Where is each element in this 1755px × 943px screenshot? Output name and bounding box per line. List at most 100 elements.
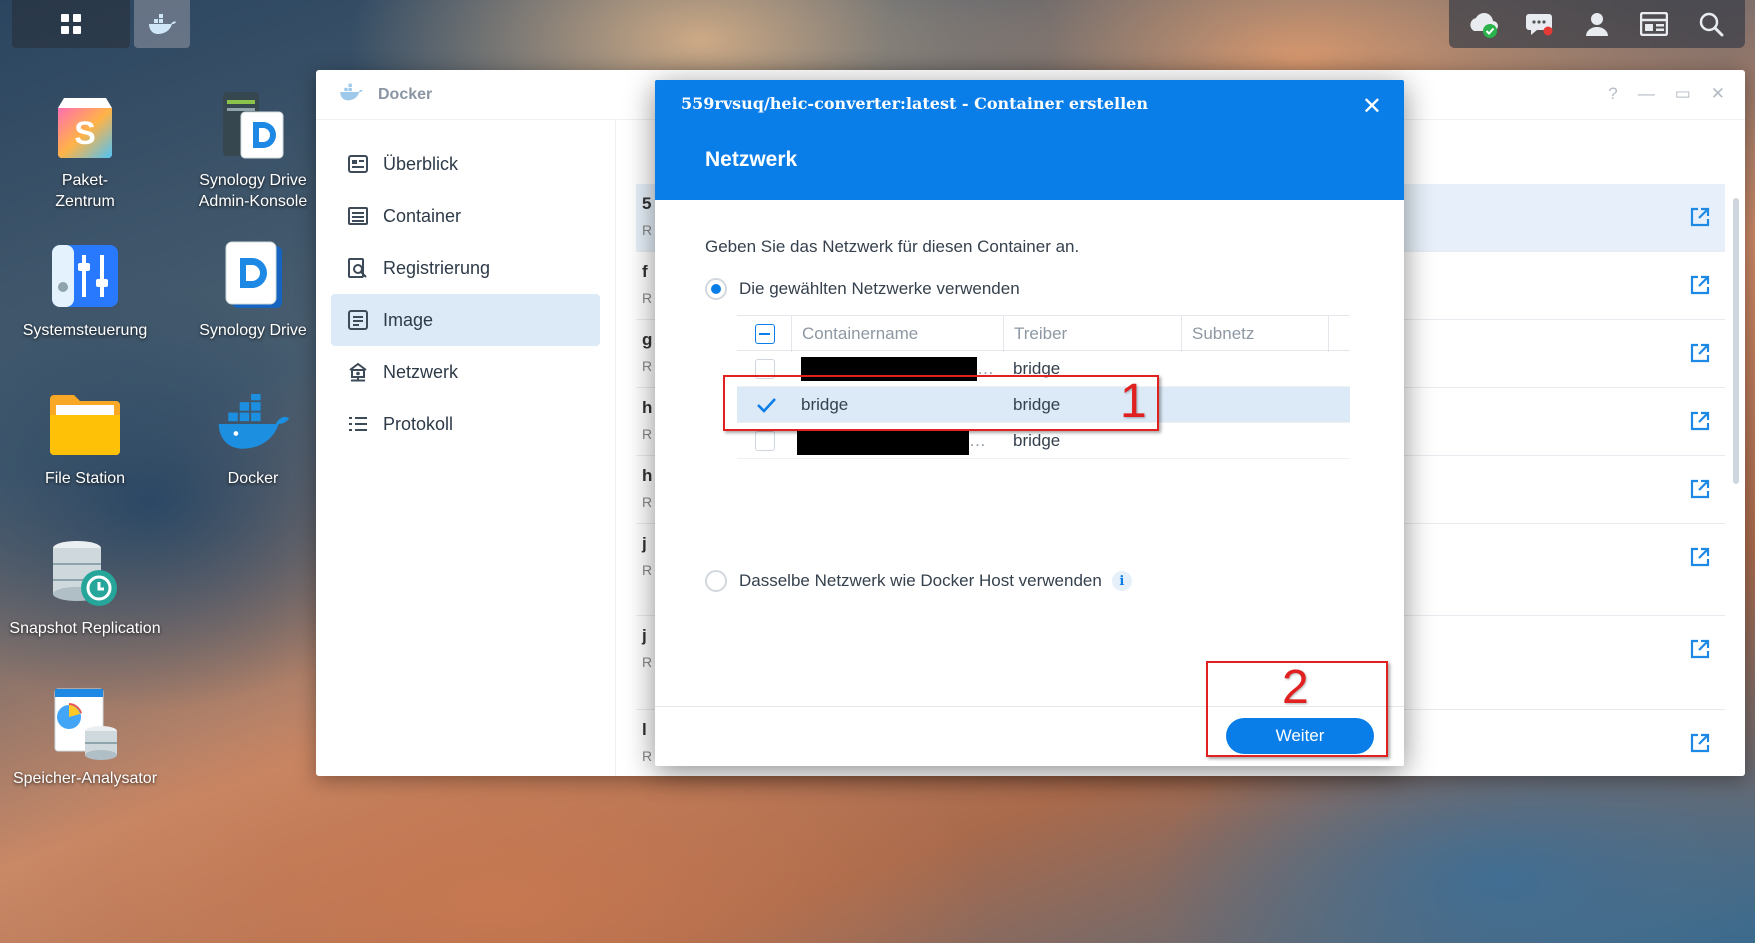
- apps-grid-icon: [54, 7, 88, 41]
- image-name: h: [642, 398, 653, 417]
- network-table-header: Containername Treiber Subnetz: [737, 315, 1350, 352]
- sidebar-item-registry[interactable]: Registrierung: [331, 242, 600, 294]
- radio-host-network[interactable]: Dasselbe Netzwerk wie Docker Host verwen…: [705, 570, 1132, 592]
- docker-title-icon: [338, 82, 364, 107]
- desktop-icon-drive-admin[interactable]: Synology Drive Admin-Konsole: [168, 88, 338, 212]
- radio-button-checked[interactable]: [705, 278, 727, 300]
- sidebar-item-label: Netzwerk: [383, 361, 459, 382]
- minimize-icon[interactable]: —: [1638, 84, 1655, 104]
- snapshot-replication-icon: [47, 536, 123, 612]
- sidebar-item-label: Überblick: [383, 153, 459, 174]
- external-link-icon[interactable]: [1689, 342, 1711, 369]
- scrollbar[interactable]: [1733, 198, 1739, 484]
- external-link-icon[interactable]: [1689, 410, 1711, 437]
- sidebar-item-overview[interactable]: Überblick: [331, 138, 600, 190]
- docker-sidebar: Überblick Container Registrierung Image …: [316, 120, 616, 776]
- desktop-icon-label: Speicher-Analysator: [12, 770, 158, 787]
- sidebar-item-network[interactable]: Netzwerk: [331, 346, 600, 398]
- sidebar-item-label: Container: [383, 205, 462, 226]
- image-status: R: [642, 426, 653, 442]
- radio-label: Dasselbe Netzwerk wie Docker Host verwen…: [739, 571, 1102, 590]
- network-icon: [347, 361, 369, 383]
- radio-button-unchecked[interactable]: [705, 570, 727, 592]
- close-icon[interactable]: ✕: [1362, 92, 1382, 121]
- external-link-icon[interactable]: [1689, 546, 1711, 573]
- docker-window-title: Docker: [378, 85, 433, 103]
- close-window-icon[interactable]: ✕: [1711, 84, 1725, 104]
- image-name: j: [642, 626, 647, 645]
- external-link-icon[interactable]: [1689, 478, 1711, 505]
- overview-icon: [347, 153, 369, 175]
- image-status: R: [642, 222, 653, 238]
- column-header-subnet[interactable]: Subnetz: [1181, 316, 1329, 352]
- cloud-sync-icon[interactable]: [1466, 7, 1500, 41]
- image-name: l: [642, 720, 647, 739]
- column-header-containername[interactable]: Containername: [791, 316, 1003, 352]
- chat-notification-icon[interactable]: [1523, 7, 1557, 41]
- row-checkbox[interactable]: [755, 431, 775, 451]
- sidebar-item-log[interactable]: Protokoll: [331, 398, 600, 450]
- image-status: R: [642, 748, 653, 764]
- radio-selected-networks[interactable]: Die gewählten Netzwerke verwenden: [705, 278, 1020, 300]
- taskbar-left: [12, 0, 190, 48]
- sidebar-item-label: Protokoll: [383, 413, 454, 434]
- info-icon[interactable]: i: [1111, 571, 1132, 591]
- image-status: R: [642, 654, 653, 670]
- registry-search-icon: [347, 257, 369, 279]
- container-icon: [347, 205, 369, 227]
- desktop-icon-storage-analyzer[interactable]: Speicher-Analysator: [0, 686, 170, 789]
- user-icon[interactable]: [1580, 7, 1614, 41]
- main-menu-button[interactable]: [12, 0, 130, 48]
- storage-analyzer-icon: [47, 686, 123, 762]
- image-status: R: [642, 494, 653, 510]
- external-link-icon[interactable]: [1689, 206, 1711, 233]
- widgets-icon[interactable]: [1637, 7, 1671, 41]
- image-name: h: [642, 466, 653, 485]
- image-status: R: [642, 358, 653, 374]
- taskbar-right: [1449, 0, 1745, 48]
- drive-admin-console-icon: [215, 88, 291, 164]
- maximize-icon[interactable]: ▭: [1675, 84, 1691, 104]
- annotation-number-2: 2: [1282, 661, 1309, 714]
- svg-text:S: S: [74, 115, 95, 151]
- sidebar-item-image[interactable]: Image: [331, 294, 600, 346]
- desktop-icon-label: Snapshot Replication: [9, 620, 161, 637]
- help-icon[interactable]: ?: [1608, 84, 1617, 104]
- dialog-title: 559rvsuq/heic-converter:latest - Contain…: [681, 94, 1148, 113]
- image-name: g: [642, 330, 653, 349]
- external-link-icon[interactable]: [1689, 732, 1711, 759]
- synology-drive-icon: [215, 238, 291, 314]
- desktop-icon-file-station[interactable]: File Station: [0, 386, 170, 489]
- desktop-icon-label: File Station: [44, 470, 126, 487]
- taskbar-docker-button[interactable]: [134, 0, 190, 48]
- desktop-icon-control-panel[interactable]: Systemsteuerung: [0, 238, 170, 341]
- dialog-header: 559rvsuq/heic-converter:latest - Contain…: [655, 80, 1404, 200]
- select-all-checkbox[interactable]: [755, 324, 775, 344]
- image-icon: [347, 309, 369, 331]
- desktop-icon-docker[interactable]: Docker: [168, 386, 338, 489]
- desktop-icon-snapshot-replication[interactable]: Snapshot Replication: [0, 536, 170, 639]
- docker-app-icon: [145, 7, 179, 41]
- image-status: R: [642, 290, 653, 306]
- search-icon[interactable]: [1694, 7, 1728, 41]
- image-name: f: [642, 262, 648, 281]
- desktop-icon-label: Synology Drive: [199, 322, 307, 339]
- annotation-number-1: 1: [1120, 375, 1147, 428]
- column-header-driver[interactable]: Treiber: [1003, 316, 1181, 352]
- desktop-icon-package-center[interactable]: S Paket- Zentrum: [0, 88, 170, 212]
- external-link-icon[interactable]: [1689, 274, 1711, 301]
- external-link-icon[interactable]: [1689, 638, 1711, 665]
- annotation-box-1: [723, 375, 1159, 431]
- desktop-icon-synology-drive[interactable]: Synology Drive: [168, 238, 338, 341]
- sidebar-item-container[interactable]: Container: [331, 190, 600, 242]
- network-description: Geben Sie das Netzwerk für diesen Contai…: [705, 237, 1080, 256]
- sidebar-item-label: Image: [383, 309, 434, 330]
- window-controls: ? — ▭ ✕: [1608, 84, 1725, 104]
- control-panel-icon: [47, 238, 123, 314]
- image-name: 5: [642, 194, 652, 213]
- redacted-name: [797, 431, 969, 455]
- dialog-step-title: Netzwerk: [705, 148, 798, 171]
- desktop-icon-label: Paket- Zentrum: [55, 172, 115, 210]
- image-name: j: [642, 534, 647, 553]
- folder-icon: [47, 386, 123, 462]
